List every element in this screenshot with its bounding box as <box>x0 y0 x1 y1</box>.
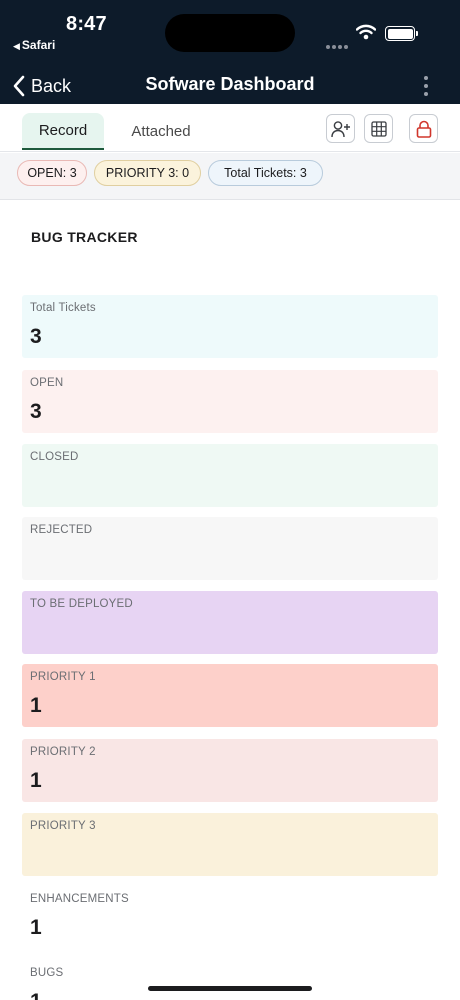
card-priority-2[interactable]: PRIORITY 2 1 <box>22 739 438 802</box>
lock-button[interactable] <box>409 114 438 143</box>
signal-icon <box>326 36 350 54</box>
dynamic-island <box>165 14 295 52</box>
pill-total-tickets[interactable]: Total Tickets: 3 <box>208 160 323 186</box>
back-triangle-icon: ◀ <box>13 41 20 51</box>
card-label: TO BE DEPLOYED <box>30 598 133 610</box>
wifi-icon <box>356 24 376 40</box>
grid-icon <box>370 120 387 137</box>
pill-priority-3[interactable]: PRIORITY 3: 0 <box>94 160 201 186</box>
card-value: 1 <box>30 916 42 939</box>
add-user-icon <box>330 120 350 137</box>
home-indicator[interactable] <box>148 986 312 991</box>
card-value: 3 <box>30 325 42 348</box>
back-label: Back <box>31 75 72 96</box>
section-title: BUG TRACKER <box>31 229 138 245</box>
back-button[interactable]: Back <box>12 72 71 100</box>
grid-view-button[interactable] <box>364 114 393 143</box>
card-value: 3 <box>30 400 42 423</box>
card-label: REJECTED <box>30 524 93 536</box>
card-label: OPEN <box>30 377 64 389</box>
card-label: CLOSED <box>30 451 79 463</box>
battery-icon <box>385 26 415 41</box>
card-open[interactable]: OPEN 3 <box>22 370 438 433</box>
card-label: PRIORITY 2 <box>30 746 96 758</box>
tab-bar: Record Attached <box>0 104 460 152</box>
card-priority-1[interactable]: PRIORITY 1 1 <box>22 664 438 727</box>
add-user-button[interactable] <box>326 114 355 143</box>
tab-attached[interactable]: Attached <box>120 113 202 150</box>
card-closed[interactable]: CLOSED <box>22 444 438 507</box>
card-label: Total Tickets <box>30 302 96 314</box>
card-label: PRIORITY 1 <box>30 671 96 683</box>
card-value: 1 <box>30 990 42 1000</box>
card-total-tickets[interactable]: Total Tickets 3 <box>22 295 438 358</box>
card-rejected[interactable]: REJECTED <box>22 517 438 580</box>
card-label: BUGS <box>30 967 64 979</box>
lock-icon <box>416 120 431 138</box>
status-time: 8:47 <box>66 13 107 35</box>
card-value: 1 <box>30 769 42 792</box>
card-label: PRIORITY 3 <box>30 820 96 832</box>
card-label: ENHANCEMENTS <box>30 893 129 905</box>
summary-pill-bar: OPEN: 3 PRIORITY 3: 0 Total Tickets: 3 <box>0 153 460 200</box>
status-back-to-app[interactable]: ◀ Safari <box>13 38 55 52</box>
battery-cap <box>416 31 418 36</box>
status-back-app-label: Safari <box>21 38 56 52</box>
card-enhancements[interactable]: ENHANCEMENTS 1 <box>22 886 438 949</box>
tab-record[interactable]: Record <box>22 113 104 150</box>
chevron-left-icon <box>13 75 25 97</box>
card-priority-3[interactable]: PRIORITY 3 <box>22 813 438 876</box>
pill-open[interactable]: OPEN: 3 <box>17 160 87 186</box>
card-to-be-deployed[interactable]: TO BE DEPLOYED <box>22 591 438 654</box>
card-value: 1 <box>30 694 42 717</box>
more-options-icon[interactable] <box>416 72 436 100</box>
card-bugs[interactable]: BUGS 1 <box>22 960 438 1000</box>
top-header: 8:47 ◀ Safari Back Sofware Dashboard <box>0 0 460 104</box>
